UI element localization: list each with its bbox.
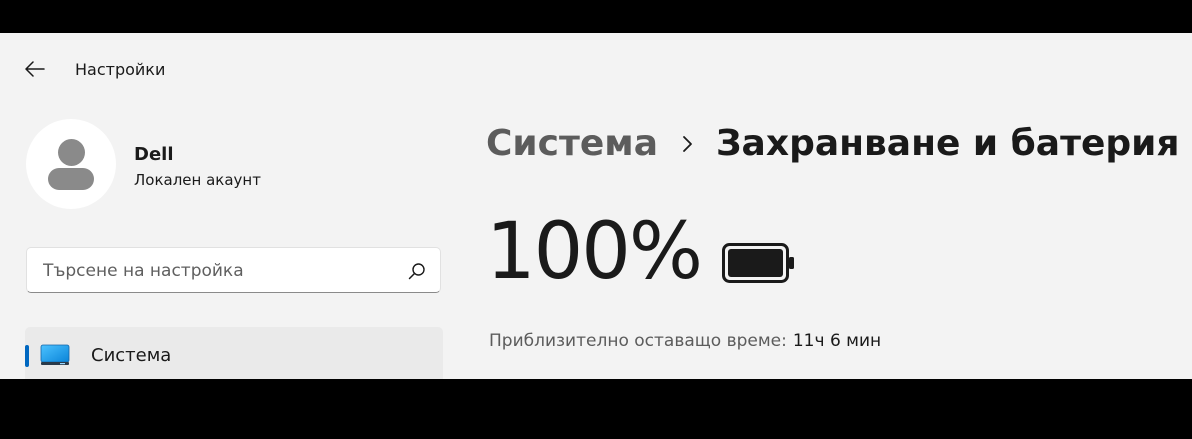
system-display-icon: [40, 344, 70, 365]
account-type: Локален акаунт: [134, 171, 261, 189]
avatar-head: [58, 139, 85, 166]
search-icon[interactable]: [408, 262, 426, 280]
selection-indicator: [25, 345, 29, 367]
avatar-body: [48, 168, 94, 190]
sidebar-item-label: Система: [91, 345, 172, 366]
remaining-time-label: Приблизително оставащо време:: [489, 331, 787, 351]
settings-window: Настройки Dell Локален акаунт Система: [0, 33, 1192, 379]
chevron-right-icon: [682, 135, 694, 153]
top-black-bar: [0, 0, 1192, 33]
search-input[interactable]: [41, 257, 395, 285]
battery-full-icon: [722, 243, 794, 283]
back-button[interactable]: [18, 55, 52, 83]
remaining-time-value: 11ч 6 мин: [792, 331, 882, 351]
user-avatar-icon[interactable]: [26, 119, 116, 209]
user-name: Dell: [134, 144, 174, 165]
app-title: Настройки: [75, 60, 166, 79]
sidebar-item-system[interactable]: Система: [25, 327, 443, 379]
battery-percentage: 100%: [486, 207, 703, 297]
breadcrumb: Система Захранване и батерия: [486, 123, 1179, 164]
page-title: Захранване и батерия: [715, 123, 1180, 164]
arrow-left-icon: [25, 61, 45, 77]
breadcrumb-parent[interactable]: Система: [486, 123, 658, 164]
search-box[interactable]: [26, 247, 441, 293]
bottom-black-bar: [0, 379, 1192, 439]
remaining-time: Приблизително оставащо време: 11ч 6 мин: [489, 331, 881, 351]
